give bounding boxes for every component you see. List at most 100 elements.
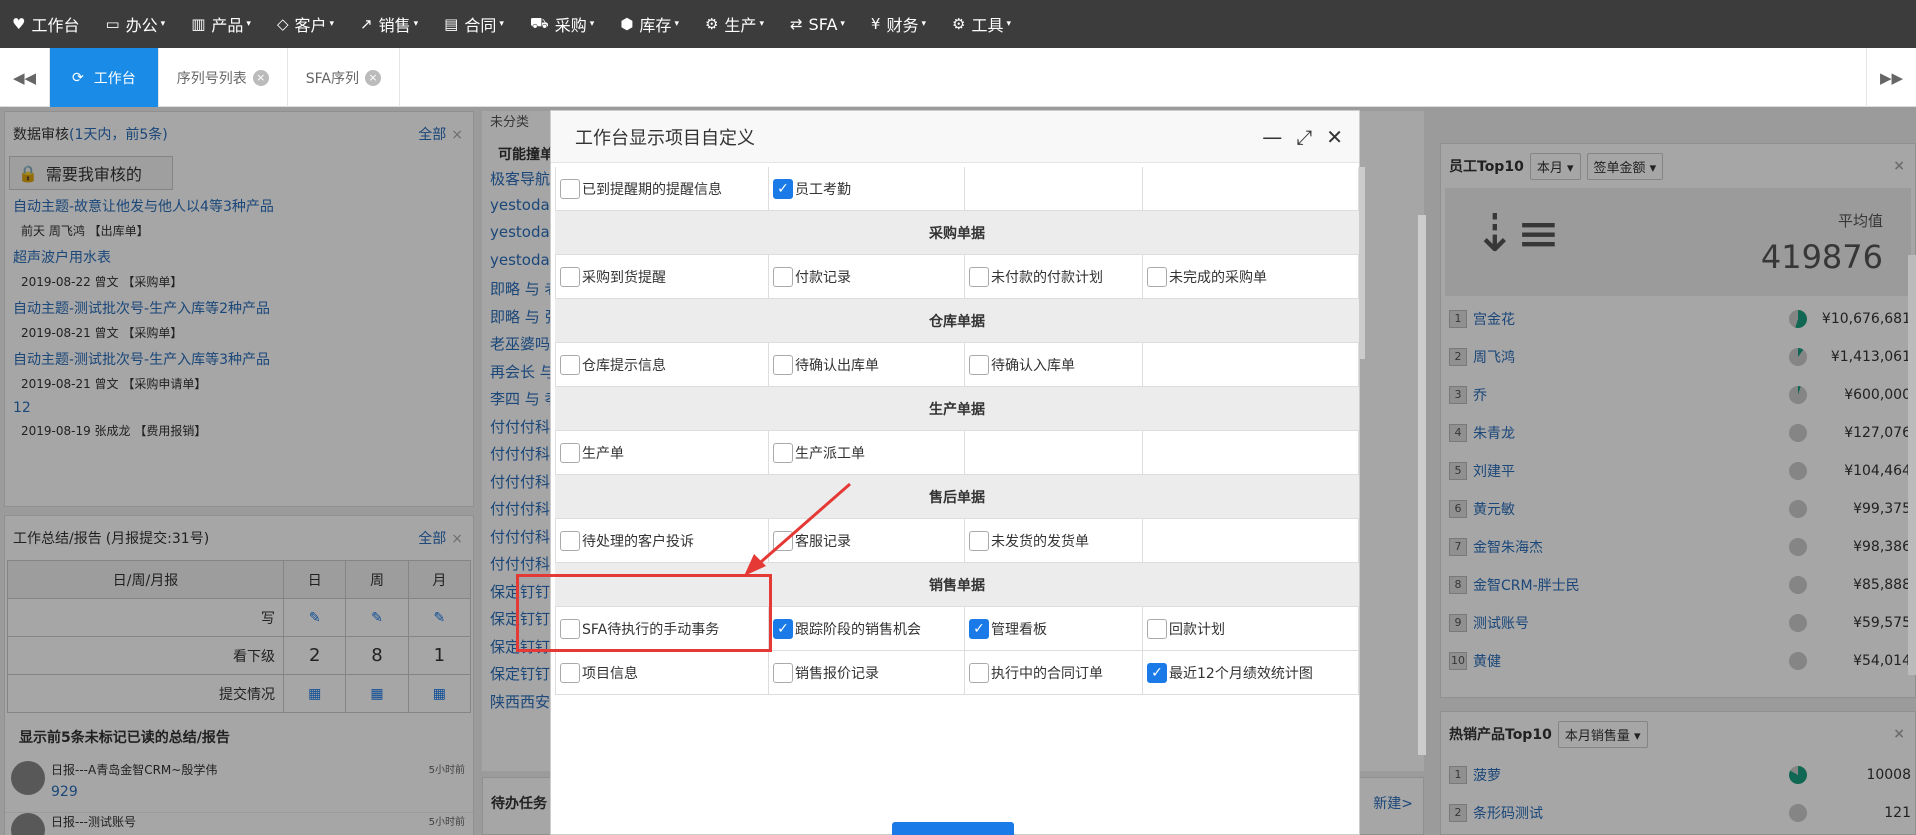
option-cell[interactable]: 销售报价记录 <box>769 651 965 694</box>
option-label[interactable]: 未完成的采购单 <box>1169 267 1267 287</box>
option-label[interactable]: 仓库提示信息 <box>582 355 666 375</box>
option-checkbox[interactable]: ✓ <box>773 178 793 199</box>
option-checkbox[interactable] <box>969 662 989 683</box>
close-icon[interactable]: × <box>364 69 381 86</box>
annotation-highlight-box <box>516 574 772 652</box>
option-cell[interactable]: 仓库提示信息 <box>555 343 769 386</box>
caret-down-icon: ▾ <box>246 19 251 29</box>
option-label[interactable]: 最近12个月绩效统计图 <box>1169 663 1313 683</box>
option-cell[interactable]: 回款计划 <box>1143 607 1359 650</box>
close-icon[interactable]: ✕ <box>1326 125 1343 149</box>
topnav-label: SFA <box>808 14 838 34</box>
option-checkbox[interactable] <box>560 530 580 551</box>
tab-sfa-sequence[interactable]: SFA序列 × <box>288 48 400 107</box>
option-cell <box>1143 431 1359 474</box>
option-checkbox[interactable] <box>560 354 580 375</box>
option-checkbox[interactable] <box>560 662 580 683</box>
option-label[interactable]: 未付款的付款计划 <box>991 267 1103 287</box>
option-cell[interactable]: ✓ 管理看板 <box>965 607 1143 650</box>
option-checkbox[interactable]: ✓ <box>969 618 989 639</box>
tab-workbench[interactable]: ⟳ 工作台 <box>50 48 159 107</box>
option-checkbox[interactable]: ✓ <box>1147 662 1167 683</box>
right-scrollbar[interactable] <box>1908 255 1916 675</box>
option-checkbox[interactable] <box>560 266 580 287</box>
caret-down-icon: ▾ <box>1006 19 1012 29</box>
topnav-label: 合同 <box>464 16 497 35</box>
option-cell[interactable]: ✓ 最近12个月绩效统计图 <box>1143 651 1359 694</box>
option-cell[interactable]: 未发货的发货单 <box>965 519 1143 562</box>
option-checkbox[interactable] <box>969 354 989 375</box>
option-checkbox[interactable] <box>969 266 989 287</box>
option-checkbox[interactable] <box>773 354 793 375</box>
option-cell[interactable]: 未付款的付款计划 <box>965 255 1143 298</box>
topnav-item[interactable]: ▥ 产品 ▾ <box>191 12 251 36</box>
topnav-item[interactable]: ⚙ 生产 ▾ <box>705 12 764 36</box>
option-checkbox[interactable] <box>1147 266 1167 287</box>
tab-scroll-left-icon[interactable]: ◀◀ <box>0 48 50 107</box>
tab-scroll-right-icon[interactable]: ▶▶ <box>1866 48 1916 107</box>
option-label[interactable]: 采购到货提醒 <box>582 267 666 287</box>
close-icon[interactable]: × <box>252 69 269 86</box>
topnav-item[interactable]: ⚙ 工具 ▾ <box>952 12 1011 36</box>
option-cell[interactable]: 采购到货提醒 <box>555 255 769 298</box>
option-checkbox[interactable] <box>560 178 580 199</box>
topnav-item[interactable]: ⛟ 采购 ▾ <box>530 12 594 36</box>
option-cell <box>1143 519 1359 562</box>
option-cell[interactable]: 付款记录 <box>769 255 965 298</box>
option-label[interactable]: 生产单 <box>582 443 624 463</box>
tab-serial-list[interactable]: 序列号列表 × <box>159 48 288 107</box>
caret-down-icon: ▾ <box>674 19 679 29</box>
option-cell[interactable]: 生产单 <box>555 431 769 474</box>
topnav-item[interactable]: ¥ 财务 ▾ <box>871 12 926 36</box>
option-cell[interactable]: 生产派工单 <box>769 431 965 474</box>
option-label[interactable]: 项目信息 <box>582 663 638 683</box>
option-checkbox[interactable] <box>560 442 580 463</box>
topnav-label: 销售 <box>378 16 411 35</box>
option-checkbox[interactable] <box>773 662 793 683</box>
topnav-item[interactable]: ▤ 合同 ▾ <box>444 12 504 36</box>
maximize-icon[interactable]: ⤢ <box>1296 125 1312 149</box>
dialog-scrollbar[interactable] <box>1359 167 1365 359</box>
option-cell[interactable]: 未完成的采购单 <box>1143 255 1359 298</box>
option-checkbox[interactable]: ✓ <box>773 618 793 639</box>
topnav-item[interactable]: ⬢ 库存 ▾ <box>620 12 679 36</box>
option-cell[interactable]: 执行中的合同订单 <box>965 651 1143 694</box>
topnav-item[interactable]: ⇄ SFA ▾ <box>790 15 845 34</box>
option-label[interactable]: 销售报价记录 <box>795 663 879 683</box>
customize-dialog: 工作台显示项目自定义 — ⤢ ✕ 已到提醒期的提醒信息 ✓ 员工考勤 采购单据 采购到货提醒… <box>550 110 1365 835</box>
option-checkbox[interactable] <box>773 266 793 287</box>
option-label[interactable]: 回款计划 <box>1169 619 1225 639</box>
option-label[interactable]: 待确认出库单 <box>795 355 879 375</box>
topnav-item[interactable]: ◇ 客户 ▾ <box>277 12 334 36</box>
option-cell[interactable]: 待确认入库单 <box>965 343 1143 386</box>
option-label[interactable]: 管理看板 <box>991 619 1047 639</box>
option-checkbox[interactable] <box>969 530 989 551</box>
option-label[interactable]: 已到提醒期的提醒信息 <box>582 179 722 199</box>
option-label[interactable]: 付款记录 <box>795 267 851 287</box>
option-label[interactable]: 跟踪阶段的销售机会 <box>795 619 921 639</box>
option-cell[interactable]: 待确认出库单 <box>769 343 965 386</box>
minimize-icon[interactable]: — <box>1262 125 1282 149</box>
option-label[interactable]: 未发货的发货单 <box>991 531 1089 551</box>
option-label[interactable]: 员工考勤 <box>795 179 851 199</box>
topnav-item[interactable]: ♥ 工作台 <box>12 12 79 36</box>
confirm-button[interactable] <box>892 822 1014 835</box>
option-checkbox[interactable] <box>773 442 793 463</box>
refresh-icon[interactable]: ⟳ <box>72 70 84 86</box>
option-label[interactable]: 待确认入库单 <box>991 355 1075 375</box>
caret-down-icon: ▾ <box>160 19 166 29</box>
option-cell[interactable]: 已到提醒期的提醒信息 <box>555 167 769 210</box>
topnav-item[interactable]: ▭ 办公 ▾ <box>105 12 165 36</box>
cubes-icon: ⬢ <box>620 15 634 33</box>
option-cell[interactable]: ✓ 跟踪阶段的销售机会 <box>769 607 965 650</box>
topnav-label: 工具 <box>971 16 1004 35</box>
option-label[interactable]: 执行中的合同订单 <box>991 663 1103 683</box>
option-checkbox[interactable] <box>1147 618 1167 639</box>
option-cell[interactable]: 待处理的客户投诉 <box>555 519 769 562</box>
page-scrollbar[interactable] <box>1418 215 1426 755</box>
option-label[interactable]: 待处理的客户投诉 <box>582 531 694 551</box>
option-cell[interactable]: ✓ 员工考勤 <box>769 167 965 210</box>
option-label[interactable]: 生产派工单 <box>795 443 865 463</box>
topnav-item[interactable]: ↗ 销售 ▾ <box>360 12 418 36</box>
option-cell[interactable]: 项目信息 <box>555 651 769 694</box>
